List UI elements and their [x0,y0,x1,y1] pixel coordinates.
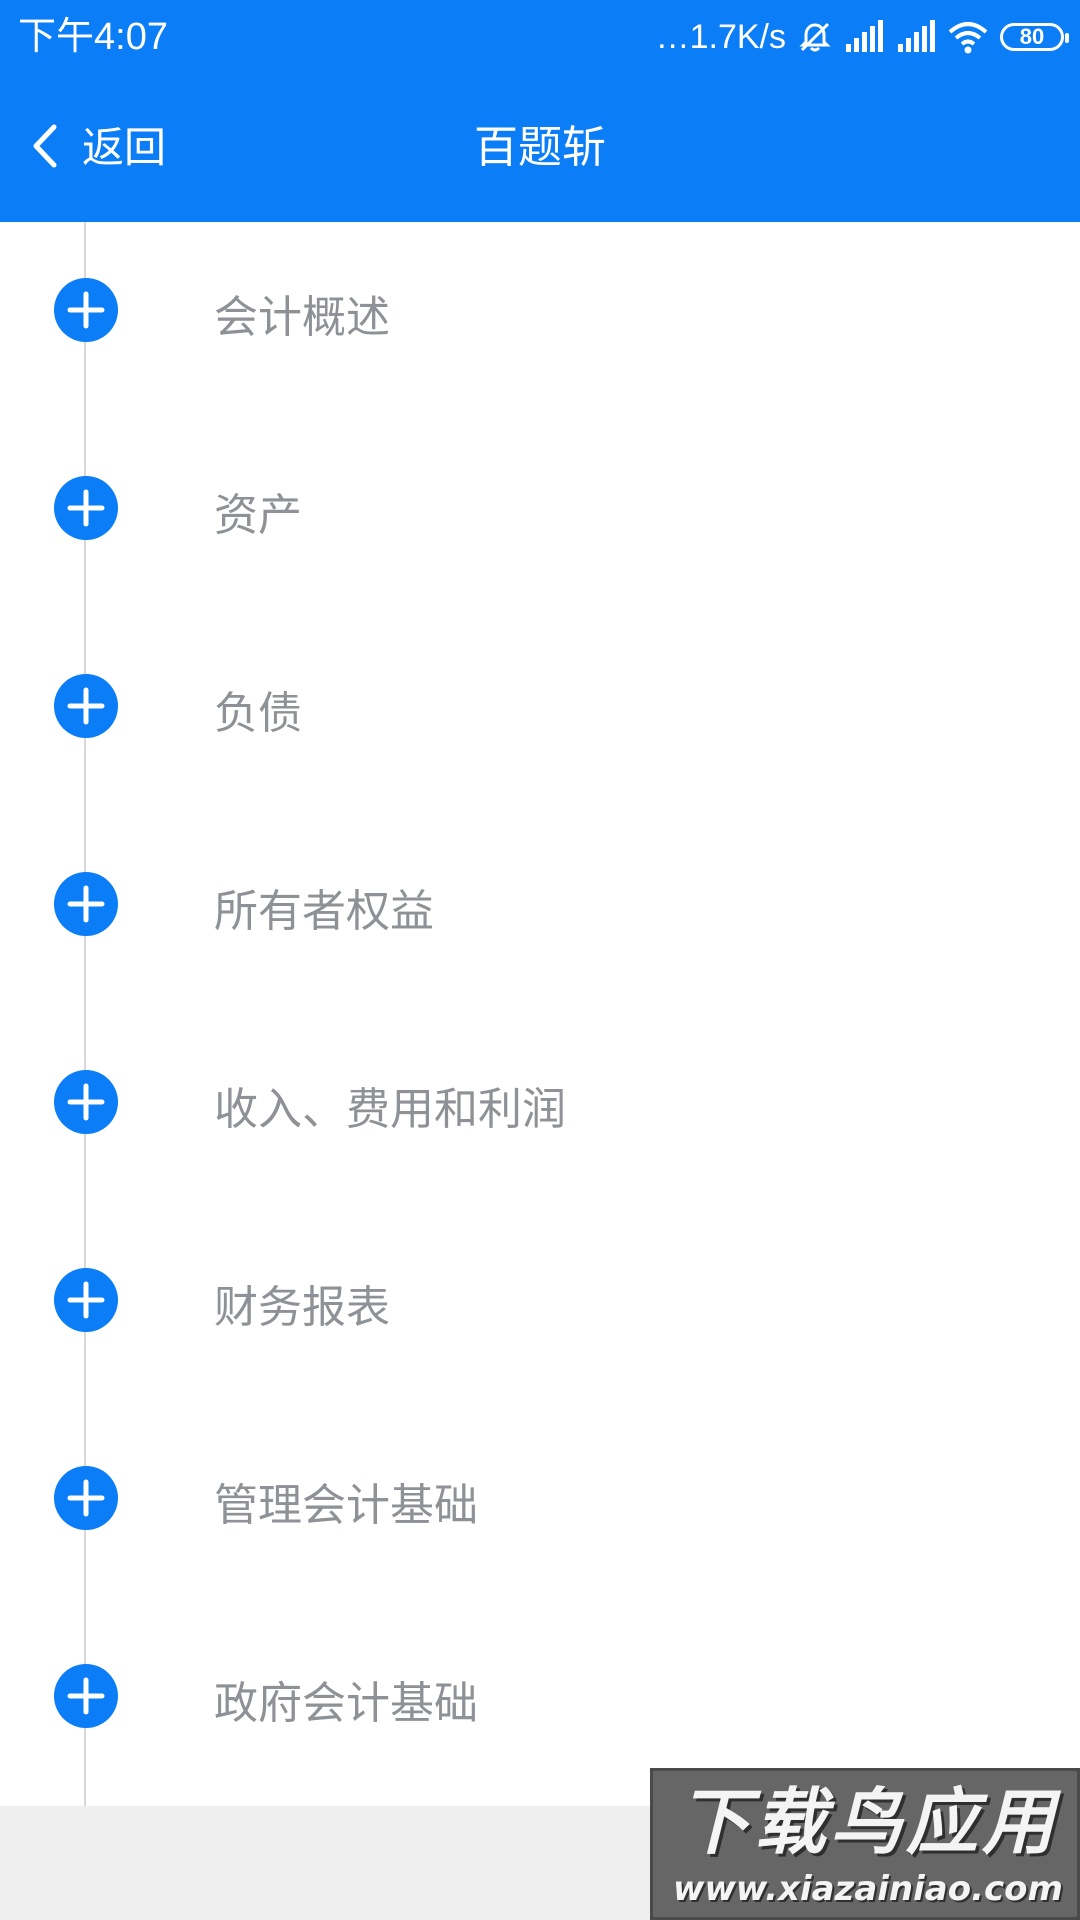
chapter-label: 资产 [214,490,302,541]
network-speed: …1.7K/s [655,18,786,56]
chapter-item[interactable]: 所有者权益 [0,872,1080,1022]
app-header: 返回 百题斩 [0,74,1080,222]
battery-icon: 80 [1000,23,1069,51]
plus-icon[interactable] [54,872,118,936]
chapter-label: 政府会计基础 [214,1678,478,1729]
watermark-url: www.xiazainiao.com [673,1869,1063,1909]
wifi-icon [948,20,988,54]
chevron-left-icon [30,123,60,173]
watermark-logo: 下载鸟应用 www.xiazainiao.com [650,1768,1080,1920]
plus-icon[interactable] [54,1664,118,1728]
plus-icon[interactable] [54,1268,118,1332]
watermark-title: 下载鸟应用 [677,1780,1058,1864]
chapter-item[interactable]: 财务报表 [0,1268,1080,1418]
plus-icon[interactable] [54,674,118,738]
chapter-item[interactable]: 管理会计基础 [0,1466,1080,1616]
plus-icon[interactable] [54,476,118,540]
chapter-item[interactable]: 会计概述 [0,278,1080,428]
chapter-label: 收入、费用和利润 [214,1084,566,1135]
chapter-label: 负债 [214,688,302,739]
alarm-off-icon [798,20,832,54]
back-button[interactable]: 返回 [30,114,166,182]
status-time: 下午4:07 [18,16,168,58]
status-icons: …1.7K/s 80 [655,16,1069,58]
chapter-item[interactable]: 收入、费用和利润 [0,1070,1080,1220]
plus-icon[interactable] [54,1466,118,1530]
back-label: 返回 [82,123,167,172]
signal-icon [844,20,884,54]
chapter-item[interactable]: 资产 [0,476,1080,626]
chapter-label: 会计概述 [214,292,390,343]
plus-icon[interactable] [54,1070,118,1134]
chapter-item[interactable]: 负债 [0,674,1080,824]
chapter-list: 会计概述 资产 负债 所有者权益 收入、费用和利润 财务报表 管理会计基础 政府… [0,222,1080,1806]
plus-icon[interactable] [54,278,118,342]
signal-icon [896,20,936,54]
status-bar: 下午4:07 …1.7K/s 80 [0,0,1080,74]
chapter-label: 管理会计基础 [214,1480,478,1531]
chapter-label: 财务报表 [214,1282,390,1333]
chapter-label: 所有者权益 [214,886,434,937]
